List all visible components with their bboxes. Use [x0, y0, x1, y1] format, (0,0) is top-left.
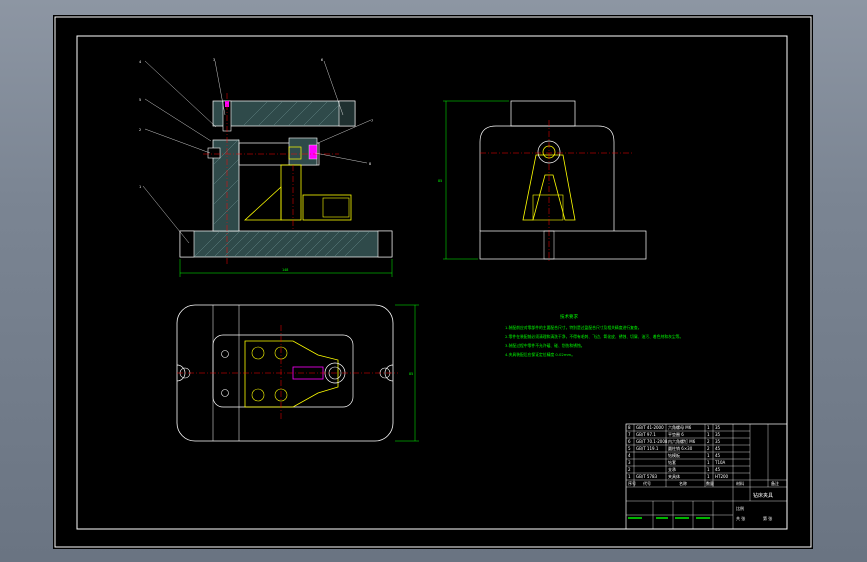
- tb-scale: 比例: [736, 505, 744, 511]
- tb-row8-code: GB/T 5783: [636, 474, 658, 479]
- side-view: 85: [438, 100, 647, 263]
- outer-frame: [54, 16, 812, 548]
- tb-row6-no: 3: [628, 460, 631, 465]
- plan-dimension: 85: [409, 372, 413, 376]
- note-line-3: 3.装配过程中零件不允许磕、碰、划伤和锈蚀。: [505, 343, 585, 348]
- note-line-4: 4.夹具装配后应保证定位精度 0.02mm。: [505, 352, 575, 357]
- tb-row7-mat: 45: [715, 467, 721, 472]
- tb-row8-no: 1: [628, 474, 631, 479]
- label-2: 2: [139, 128, 141, 132]
- plan-support: [244, 340, 339, 408]
- tb-header-remark: 备注: [771, 480, 779, 486]
- label-3: 3: [213, 58, 215, 62]
- tb-header-no: 序号: [628, 480, 636, 486]
- title-block: 8 GB/T 41-2000 六角螺母 M6 1 35 7 GB/T 97.1 …: [625, 423, 788, 530]
- tb-sheets: 共 张: [736, 515, 745, 521]
- tb-row3-qty: 2: [707, 439, 710, 444]
- label-8: 8: [369, 162, 371, 166]
- support-block: [280, 164, 302, 221]
- tb-row4-qty: 2: [707, 446, 710, 451]
- tb-drawing-name: 钻床夹具: [753, 492, 773, 499]
- tb-row8-qty: 1: [707, 474, 710, 479]
- note-line-2: 2.零件在装配前必须清理和清洗干净，不得有毛刺、飞边、氧化皮、锈蚀、切屑、油污、…: [505, 334, 683, 339]
- tb-row2-qty: 1: [707, 432, 710, 437]
- tb-row2-name: 平垫圈 6: [668, 431, 684, 437]
- tb-row5-mat: 45: [715, 453, 721, 458]
- tb-row5-qty: 1: [707, 453, 710, 458]
- tb-row1-code: GB/T 41-2000: [636, 425, 664, 430]
- tb-row2-code: GB/T 97.1: [636, 432, 656, 437]
- drill-plate: [212, 100, 356, 127]
- side-dimension: 85: [438, 179, 442, 183]
- label-7: 7: [371, 119, 373, 123]
- front-dimension: 148: [282, 268, 288, 272]
- technical-notes: 技术要求 1.装配前应对零部件的主要配合尺寸，特别是过盈配合尺寸及相关精度进行复…: [505, 313, 683, 357]
- label-6: 6: [321, 58, 323, 62]
- tb-header-mat: 材料: [736, 480, 744, 486]
- side-upright: [479, 125, 615, 231]
- tb-row5-no: 4: [628, 453, 631, 458]
- plan-view: 85: [176, 304, 419, 442]
- tb-row6-qty: 1: [707, 460, 710, 465]
- tb-row4-code: GB/T 119.1: [636, 446, 659, 451]
- tb-row3-mat: 35: [715, 439, 721, 444]
- tb-row8-name: 夹具体: [668, 473, 680, 479]
- label-5: 5: [139, 98, 141, 102]
- tb-row2-no: 7: [628, 432, 631, 437]
- cad-viewport[interactable]: 4 3 6 5 2 1 7 8 148 85 85 技术要求 1.装配前应对零部…: [53, 15, 813, 549]
- note-line-1: 1.装配前应对零部件的主要配合尺寸，特别是过盈配合尺寸及相关精度进行复查。: [505, 325, 642, 330]
- tb-row6-name: 钻套: [668, 459, 676, 465]
- tb-row3-code: GB/T 70.1-2008: [636, 439, 668, 444]
- tb-row1-name: 六角螺母 M6: [668, 424, 692, 430]
- tb-row4-no: 5: [628, 446, 631, 451]
- tb-row5-name: 钻模板: [668, 452, 680, 458]
- label-4: 4: [139, 60, 141, 64]
- tb-row4-mat: 45: [715, 446, 721, 451]
- tb-sheet-no: 第 张: [763, 515, 772, 521]
- tb-row6-mat: T10A: [714, 460, 726, 465]
- tb-row1-mat: 35: [715, 425, 721, 430]
- tb-row1-qty: 1: [707, 425, 710, 430]
- tb-row7-qty: 1: [707, 467, 710, 472]
- tb-row7-no: 2: [628, 467, 631, 472]
- tb-row7-name: 支承: [668, 466, 676, 472]
- tb-header-code: 代号: [643, 480, 651, 486]
- tb-header-name: 名称: [679, 480, 687, 486]
- label-1: 1: [139, 185, 141, 189]
- tb-row3-no: 6: [628, 439, 631, 444]
- notes-title: 技术要求: [560, 313, 578, 320]
- inner-frame: [76, 35, 788, 530]
- tb-row4-name: 圆柱销 6×30: [668, 445, 693, 451]
- tb-row8-mat: HT200: [715, 474, 729, 479]
- tb-row2-mat: 35: [715, 432, 721, 437]
- drawing-canvas: 4 3 6 5 2 1 7 8 148 85 85 技术要求 1.装配前应对零部…: [54, 16, 812, 548]
- tb-header-qty: 数量: [706, 480, 714, 486]
- tb-row3-name: 内六角螺钉 M6: [668, 438, 696, 444]
- tb-row1-no: 8: [628, 425, 631, 430]
- front-view: 4 3 6 5 2 1 7 8 148: [139, 58, 393, 277]
